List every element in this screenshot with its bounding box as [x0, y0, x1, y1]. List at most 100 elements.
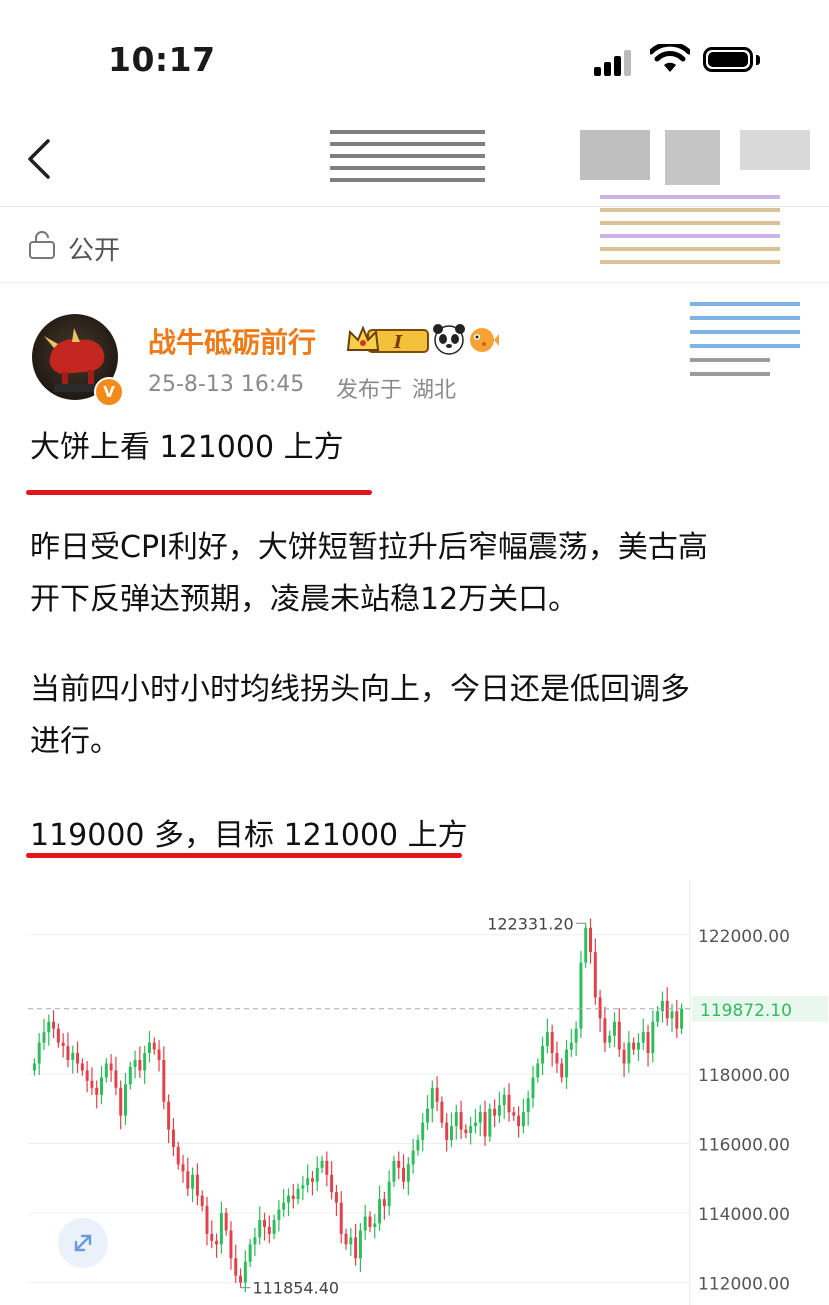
- expand-icon: [74, 1234, 92, 1252]
- candle-body: [334, 1192, 338, 1203]
- candle-body: [493, 1108, 497, 1116]
- candle-body: [138, 1060, 142, 1071]
- battery-icon: [703, 47, 753, 72]
- candle-body: [660, 1000, 664, 1012]
- high-price-label: 122331.20: [487, 914, 574, 933]
- candle-body: [397, 1160, 401, 1168]
- price-chart[interactable]: 122000.00 118000.00 116000.00 114000.00 1120…: [28, 880, 829, 1305]
- candle-body: [243, 1261, 247, 1283]
- candle-body: [267, 1226, 271, 1234]
- wifi-icon: [650, 44, 690, 72]
- body-line-2: 开下反弹达预期，凌晨未站稳12万关口。: [30, 582, 579, 617]
- expand-button[interactable]: [58, 1218, 108, 1268]
- candle-body: [435, 1087, 439, 1102]
- candle-body: [454, 1112, 458, 1127]
- body-line-1: 昨日受CPI利好，大饼短暂拉升后窄幅震荡，美古高: [30, 530, 708, 565]
- candle-body: [200, 1195, 204, 1207]
- candle-body: [191, 1174, 195, 1189]
- candle-body: [382, 1199, 386, 1207]
- candle-body: [646, 1032, 650, 1054]
- section-divider: [0, 282, 829, 283]
- candle-body: [224, 1213, 228, 1231]
- y-tick-label: 116000.00: [698, 1135, 790, 1155]
- candle-body: [330, 1174, 334, 1193]
- candle-body: [521, 1112, 525, 1127]
- candle-body: [560, 1063, 564, 1078]
- candle-body: [612, 1021, 616, 1036]
- candle-body: [52, 1021, 56, 1029]
- candle-body: [56, 1028, 60, 1043]
- candle-body: [90, 1080, 94, 1088]
- candle-body: [406, 1164, 410, 1182]
- author-name[interactable]: 战牛砥砺前行: [148, 321, 316, 361]
- header-divider: [0, 206, 829, 207]
- verified-badge: V: [94, 377, 124, 407]
- candle-body: [569, 1042, 573, 1050]
- crown-icon[interactable]: I: [346, 324, 430, 356]
- candle-body: [258, 1220, 262, 1238]
- candle-body: [459, 1112, 463, 1130]
- candle-body: [162, 1060, 166, 1102]
- candle-body: [76, 1053, 80, 1064]
- candle-body: [483, 1112, 487, 1137]
- candle-body: [358, 1230, 362, 1259]
- candle-body: [373, 1223, 377, 1227]
- candle-body: [449, 1126, 453, 1140]
- candle-body: [339, 1202, 343, 1234]
- candle-body: [205, 1206, 209, 1234]
- candle-body: [219, 1213, 223, 1245]
- blurred-header-content: [330, 130, 810, 376]
- candle-body: [210, 1233, 214, 1241]
- target-underline: [26, 853, 462, 858]
- candle-body: [670, 1011, 674, 1019]
- candle-body: [85, 1070, 89, 1081]
- candle-body: [478, 1112, 482, 1123]
- visibility-label[interactable]: 公开: [68, 230, 120, 267]
- published-in-label: 发布于: [336, 378, 403, 403]
- candle-body: [656, 1011, 660, 1022]
- candle-body: [32, 1063, 36, 1071]
- candle-body: [387, 1181, 391, 1207]
- candle-body: [109, 1063, 113, 1071]
- candle-body: [579, 962, 583, 1029]
- candle-body: [593, 952, 597, 998]
- headline-underline: [26, 490, 372, 495]
- candle-body: [123, 1084, 127, 1116]
- candle-body: [95, 1087, 99, 1095]
- pufferfish-emoji-icon: [470, 328, 499, 352]
- candle-body: [248, 1244, 252, 1262]
- candle-body: [363, 1216, 367, 1231]
- panda-emoji-icon: [433, 324, 465, 355]
- candle-body: [119, 1087, 123, 1116]
- candle-body: [239, 1275, 243, 1283]
- candle-body: [100, 1077, 104, 1095]
- candle-body: [181, 1164, 185, 1172]
- candle-body: [497, 1105, 501, 1116]
- candle-body: [416, 1140, 420, 1151]
- candle-body: [147, 1042, 151, 1054]
- candle-body: [128, 1066, 132, 1085]
- candle-body: [310, 1178, 314, 1182]
- candle-body: [195, 1174, 199, 1196]
- candle-body: [680, 1008, 684, 1029]
- candle-body: [263, 1220, 267, 1227]
- chevron-left-icon[interactable]: [22, 137, 56, 181]
- candle-body: [426, 1108, 430, 1123]
- candle-body: [229, 1230, 233, 1259]
- candle-body: [589, 927, 593, 953]
- candle-body: [253, 1237, 257, 1245]
- candle-body: [402, 1167, 406, 1182]
- candle-body: [301, 1185, 305, 1189]
- post-timestamp: 25-8-13 16:45: [148, 372, 305, 397]
- candle-body: [378, 1199, 382, 1224]
- level-badge-text: I: [393, 332, 403, 353]
- candle-body: [286, 1195, 290, 1203]
- candle-body: [234, 1258, 238, 1276]
- y-tick-label: 114000.00: [698, 1205, 790, 1225]
- candle-body: [555, 1053, 559, 1064]
- candle-body: [531, 1077, 535, 1099]
- y-tick-label: 122000.00: [698, 927, 790, 947]
- candle-body: [526, 1098, 530, 1113]
- candle-body: [272, 1220, 276, 1234]
- lock-icon: [29, 231, 55, 259]
